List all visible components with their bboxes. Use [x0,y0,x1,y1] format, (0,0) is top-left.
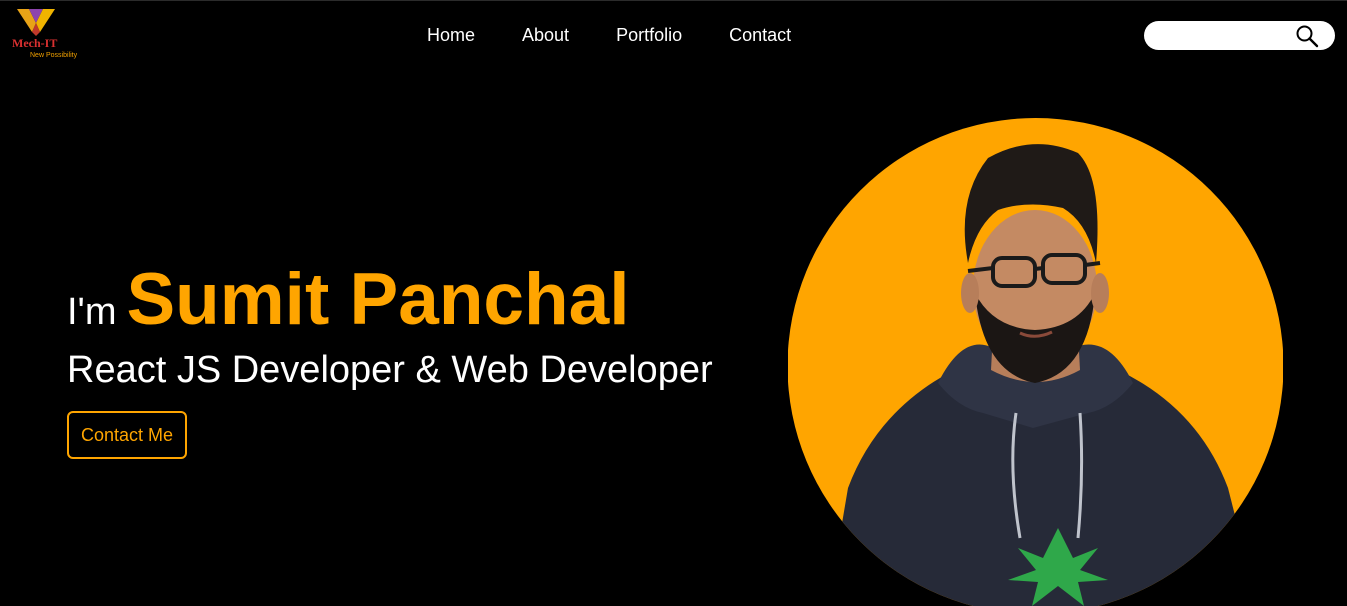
logo[interactable]: Mech-IT New Possibility [10,5,90,65]
search-icon[interactable] [1295,24,1319,48]
profile-photo-illustration [788,118,1283,606]
nav-about[interactable]: About [522,24,569,46]
logo-name: Mech-IT [12,36,58,50]
nav-portfolio[interactable]: Portfolio [616,24,682,46]
hero-name: Sumit Panchal [126,259,630,340]
contact-me-button[interactable]: Contact Me [67,411,187,459]
logo-mark-icon [17,9,55,36]
main-nav: Home About Portfolio Contact [427,24,791,46]
intro-prefix: I'm [67,291,117,333]
logo-tagline: New Possibility [30,52,78,59]
nav-home[interactable]: Home [427,24,475,46]
profile-photo [788,108,1283,606]
site-header: Mech-IT New Possibility Home About Portf… [0,0,1347,72]
search-box [1144,21,1335,50]
hero-role: React JS Developer & Web Developer [67,349,713,391]
header-top-line [0,0,1347,1]
search-input[interactable] [1156,25,1291,46]
intro-line: I'm Sumit Panchal [67,258,629,341]
nav-contact[interactable]: Contact [729,24,791,46]
